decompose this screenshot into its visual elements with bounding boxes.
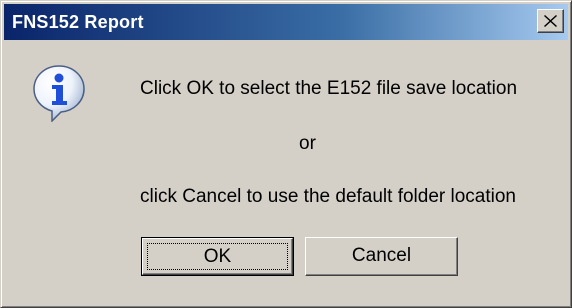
cancel-button-label: Cancel [351,245,412,266]
message-line-1: Click OK to select the E152 file save lo… [140,78,518,99]
window-title: FNS152 Report [12,12,144,32]
information-icon [33,65,85,122]
ok-button-label: OK [203,246,232,267]
close-icon [544,15,557,27]
ok-button[interactable]: OK [141,237,294,276]
close-button[interactable] [537,9,564,33]
title-bar[interactable]: FNS152 Report [4,4,568,40]
message-or: or [299,133,316,154]
cancel-button[interactable]: Cancel [305,237,458,276]
dialog-window: FNS152 Report Click OK to select the E15… [0,0,572,308]
message-line-3: click Cancel to use the default folder l… [140,186,516,207]
